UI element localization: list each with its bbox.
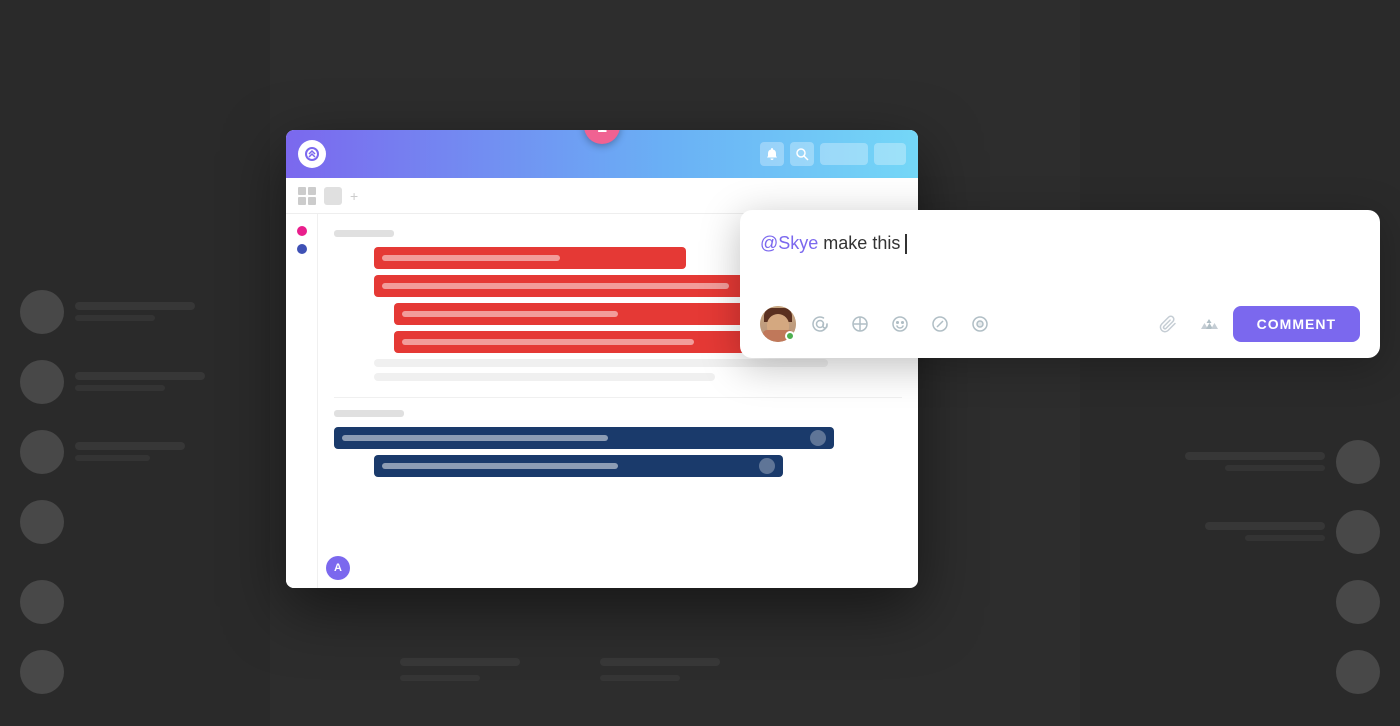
- attachment-icon[interactable]: [1153, 308, 1185, 340]
- section-divider: [334, 397, 902, 398]
- bg-bottom-4: [600, 675, 680, 681]
- bg-line-r4: [1245, 535, 1325, 541]
- commenter-avatar-container: [760, 306, 796, 342]
- avatar-a: A: [326, 556, 350, 580]
- bg-avatar-6: [20, 650, 64, 694]
- blue-bar-2: [374, 455, 783, 477]
- bg-line-r3: [1205, 522, 1325, 530]
- blue-bar-1: [334, 427, 834, 449]
- bg-line-1: [75, 302, 195, 310]
- record-icon[interactable]: [964, 308, 996, 340]
- view-icon: [324, 187, 342, 205]
- red-bar-1: [374, 247, 686, 269]
- bg-avatar-4: [20, 500, 64, 544]
- app-sidebar: [286, 214, 318, 588]
- bg-avatar-5: [20, 580, 64, 624]
- task-label-bar: [334, 230, 394, 237]
- menu-icon[interactable]: [874, 143, 906, 165]
- blue-bar-toggle-2: [759, 458, 775, 474]
- comment-toolbar: COMMENT: [760, 306, 1360, 342]
- mention-text: @Skye: [760, 233, 818, 253]
- bg-line-4: [75, 385, 165, 391]
- bottom-avatar: A: [326, 556, 350, 580]
- bell-icon[interactable]: [760, 142, 784, 166]
- bg-line-r1: [1185, 452, 1325, 460]
- drive-icon[interactable]: [1193, 308, 1225, 340]
- comment-body-text: make this: [818, 233, 905, 253]
- online-indicator: [785, 331, 795, 341]
- gray-bar-2: [374, 373, 715, 381]
- notification-badge[interactable]: 1: [584, 130, 620, 144]
- grid-icon: [298, 187, 316, 205]
- app-screenshot-card: 1 +: [286, 130, 918, 588]
- bg-bottom-2: [400, 675, 480, 681]
- slash-icon[interactable]: [924, 308, 956, 340]
- emoji-icon[interactable]: [884, 308, 916, 340]
- blue-section-header: [334, 410, 902, 417]
- bg-line-3: [75, 372, 205, 380]
- gray-bar-1: [374, 359, 828, 367]
- bg-avatar-1: [20, 290, 64, 334]
- app-header: 1: [286, 130, 918, 178]
- bg-bottom-3: [600, 658, 720, 666]
- sidebar-dot-pink: [297, 226, 307, 236]
- blue-label-bar: [334, 410, 404, 417]
- comment-popup: @Skye make this: [740, 210, 1380, 358]
- bg-line-r2: [1225, 465, 1325, 471]
- app-logo: [298, 140, 326, 168]
- bg-bottom-1: [400, 658, 520, 666]
- bg-line-2: [75, 315, 155, 321]
- bg-avatar-2: [20, 360, 64, 404]
- bg-line-6: [75, 455, 150, 461]
- bg-line-5: [75, 442, 185, 450]
- timer-display: [820, 143, 868, 165]
- comment-text-content[interactable]: @Skye make this: [760, 230, 1360, 290]
- search-icon[interactable]: [790, 142, 814, 166]
- add-icon[interactable]: +: [350, 188, 358, 204]
- sidebar-dot-blue: [297, 244, 307, 254]
- mention-icon[interactable]: [804, 308, 836, 340]
- bg-avatar-r2: [1336, 510, 1380, 554]
- bg-avatar-r4: [1336, 650, 1380, 694]
- comment-submit-button[interactable]: COMMENT: [1233, 306, 1360, 342]
- bg-avatar-3: [20, 430, 64, 474]
- bg-avatar-r3: [1336, 580, 1380, 624]
- app-header-right: [760, 142, 906, 166]
- assign-icon[interactable]: [844, 308, 876, 340]
- text-cursor: [905, 234, 907, 254]
- app-toolbar: +: [286, 178, 918, 214]
- bg-avatar-r1: [1336, 440, 1380, 484]
- blue-bar-toggle: [810, 430, 826, 446]
